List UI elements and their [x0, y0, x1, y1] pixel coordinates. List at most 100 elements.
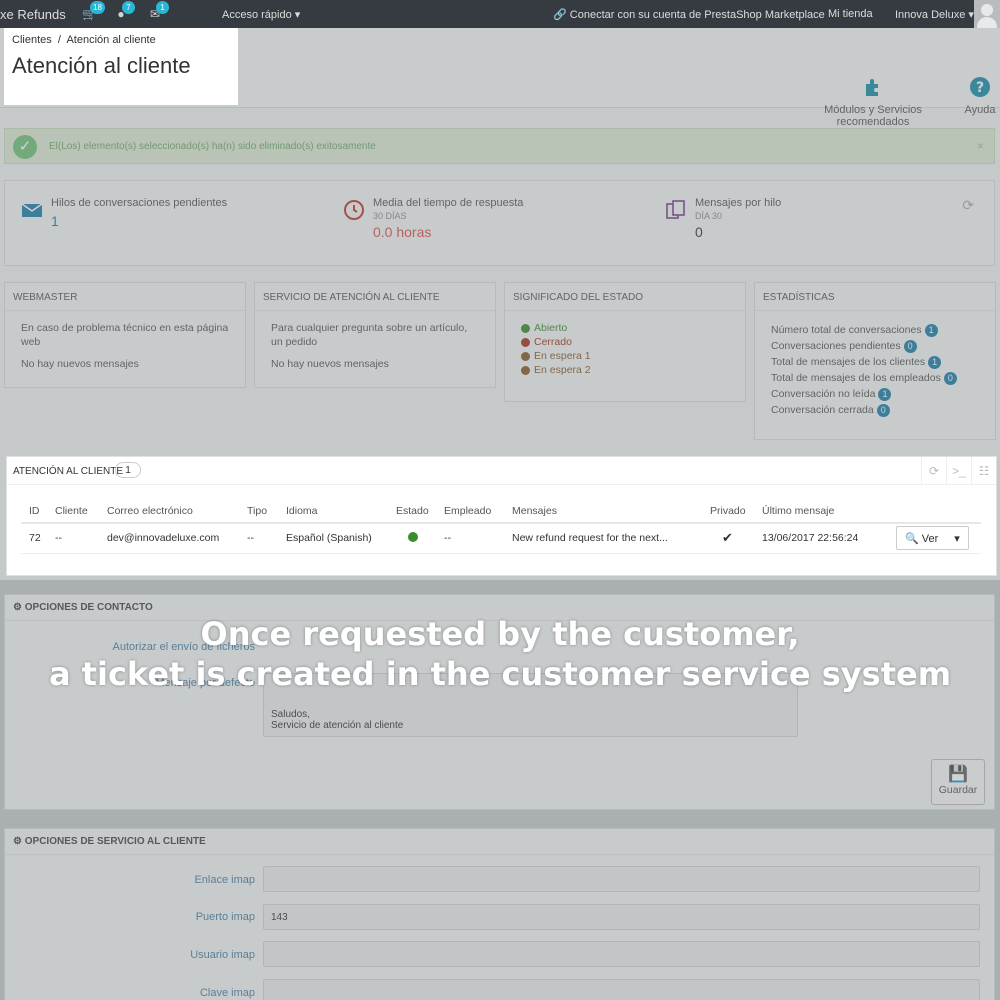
database-icon[interactable]: ☷	[971, 457, 996, 485]
status-dot-icon	[521, 323, 530, 333]
status-dot-icon	[521, 337, 530, 347]
statistic-item: Número total de conversaciones 1	[771, 323, 979, 339]
my-store-link[interactable]: Mi tienda	[828, 8, 873, 20]
cell-last-message: 13/06/2017 22:56:24	[762, 523, 896, 554]
status-legend-item: En espera 2	[521, 363, 729, 377]
success-alert: ✓ El(Los) elemento(s) seleccionado(s) ha…	[4, 128, 995, 164]
cell-id: 72	[21, 523, 55, 554]
breadcrumb-customers[interactable]: Clientes	[12, 34, 52, 46]
orders-badge: 18	[90, 1, 105, 14]
column-header[interactable]: Último mensaje	[762, 499, 896, 524]
cell-type: --	[247, 523, 286, 554]
column-header[interactable]: Cliente	[55, 499, 107, 524]
threads-table: ID Cliente Correo electrónico Tipo Idioma Est…	[21, 499, 981, 554]
private-check-icon: ✔	[710, 523, 762, 554]
caption-line-1: Once requested by the customer,	[200, 615, 800, 653]
cell-status	[396, 523, 444, 554]
status-legend-panel: SIGNIFICADO DEL ESTADO Abierto Cerrado En …	[504, 282, 746, 402]
caption-line-2: a ticket is created in the customer serv…	[48, 655, 952, 693]
cell-actions: 🔍 Ver ▾	[896, 523, 981, 554]
kpi-pending-value: 1	[51, 213, 59, 229]
check-icon: ✓	[13, 135, 37, 159]
webmaster-panel: WEBMASTER En caso de problema técnico en…	[4, 282, 246, 388]
statistic-count-badge: 1	[924, 324, 938, 337]
panel-text: En caso de problema técnico en esta pági…	[21, 322, 229, 348]
modules-button[interactable]: Módulos y Servicios recomendados	[792, 76, 954, 128]
shop-name[interactable]: xe Refunds	[0, 7, 66, 22]
statistic-count-badge: 0	[903, 340, 917, 353]
sql-query-icon[interactable]: >_	[946, 457, 971, 485]
panel-title: SIGNIFICADO DEL ESTADO	[505, 283, 745, 311]
dropdown-caret-icon[interactable]: ▾	[946, 532, 968, 545]
help-button[interactable]: ? Ayuda	[962, 76, 998, 116]
copy-icon	[666, 200, 685, 219]
refresh-list-icon[interactable]: ⟳	[921, 457, 946, 485]
page-title: Atención al cliente	[12, 53, 191, 78]
kpi-per-thread-value: 0	[695, 224, 703, 240]
statistic-count-badge: 1	[928, 356, 942, 369]
statistic-item: Total de mensajes de los empleados 0	[771, 371, 979, 387]
customer-service-panel: SERVICIO DE ATENCIÓN AL CLIENTE Para cua…	[254, 282, 496, 388]
column-header[interactable]: Correo electrónico	[107, 499, 247, 524]
statistics-panel: ESTADÍSTICAS Número total de conversacio…	[754, 282, 996, 440]
statistic-item: Conversación no leída 1	[771, 387, 979, 403]
table-row[interactable]: 72 -- dev@innovadeluxe.com -- Español (S…	[21, 523, 981, 554]
envelope-icon	[21, 203, 43, 217]
top-navbar: xe Refunds 🛒 18 ● 7 ✉ 1 Acceso rápido ▾ 🔗 C…	[0, 0, 1000, 28]
avatar[interactable]	[974, 0, 1000, 28]
column-header[interactable]: Empleado	[444, 499, 512, 524]
zoom-icon: 🔍	[905, 532, 919, 545]
panel-title: SERVICIO DE ATENCIÓN AL CLIENTE	[255, 283, 495, 311]
column-header[interactable]: Privado	[710, 499, 762, 524]
panel-text: Para cualquier pregunta sobre un artícul…	[271, 322, 468, 348]
status-dot-icon	[521, 351, 530, 361]
status-dot-icon	[521, 365, 530, 375]
envelope-icon[interactable]: ✉ 1	[148, 1, 169, 21]
cell-customer: --	[55, 523, 107, 554]
employee-menu[interactable]: Innova Deluxe ▾	[895, 8, 974, 21]
statistic-count-badge: 0	[943, 372, 957, 385]
no-messages-text: No hay nuevos mensajes	[271, 358, 389, 370]
column-header[interactable]: Estado	[396, 499, 444, 524]
close-icon[interactable]: ×	[977, 139, 984, 153]
customers-badge: 7	[122, 1, 135, 14]
cell-language: Español (Spanish)	[286, 523, 396, 554]
puzzle-icon	[866, 79, 878, 96]
statistic-item: Conversaciones pendientes 0	[771, 339, 979, 355]
cart-icon[interactable]: 🛒 18	[82, 1, 105, 21]
status-legend-item: Abierto	[521, 321, 729, 335]
clock-icon	[344, 200, 364, 220]
status-legend-item: En espera 1	[521, 349, 729, 363]
column-header[interactable]: Mensajes	[512, 499, 710, 524]
panel-title: WEBMASTER	[5, 283, 245, 311]
kpi-response-value: 0.0 horas	[373, 224, 432, 240]
threads-count-badge: 1	[115, 462, 141, 478]
cell-employee: --	[444, 523, 512, 554]
messages-badge: 1	[156, 1, 169, 14]
status-open-dot	[408, 531, 418, 542]
panel-title: ESTADÍSTICAS	[755, 283, 995, 311]
statistic-item: Conversación cerrada 0	[771, 403, 979, 419]
statistic-item: Total de mensajes de los clientes 1	[771, 355, 979, 371]
svg-text:?: ?	[976, 80, 984, 96]
marketplace-link[interactable]: 🔗 Conectar con su cuenta de PrestaShop M…	[553, 8, 825, 21]
status-legend-list: Abierto Cerrado En espera 1 En espera 2	[505, 311, 745, 387]
column-header[interactable]: Idioma	[286, 499, 396, 524]
column-header[interactable]: Tipo	[247, 499, 286, 524]
view-button[interactable]: 🔍 Ver ▾	[896, 526, 969, 551]
cell-email: dev@innovadeluxe.com	[107, 523, 247, 554]
status-legend-item: Cerrado	[521, 335, 729, 349]
quick-access-menu[interactable]: Acceso rápido ▾	[222, 8, 300, 21]
title-area-highlight: Clientes / Atención al cliente Atención …	[4, 28, 238, 105]
refresh-icon[interactable]: ⟳	[962, 197, 974, 214]
alert-message: El(Los) elemento(s) seleccionado(s) ha(n…	[49, 141, 376, 152]
statistics-list: Número total de conversaciones 1 Conversac…	[755, 311, 995, 429]
user-icon[interactable]: ● 7	[114, 1, 135, 21]
breadcrumb-current: Atención al cliente	[66, 34, 156, 46]
cell-message: New refund request for the next...	[512, 523, 710, 554]
help-icon: ?	[970, 77, 990, 97]
kpi-row: Hilos de conversaciones pendientes 1 Med…	[4, 180, 995, 266]
statistic-count-badge: 0	[876, 404, 890, 417]
promo-caption: Once requested by the customer, a ticket…	[0, 614, 1000, 694]
column-header[interactable]: ID	[21, 499, 55, 524]
